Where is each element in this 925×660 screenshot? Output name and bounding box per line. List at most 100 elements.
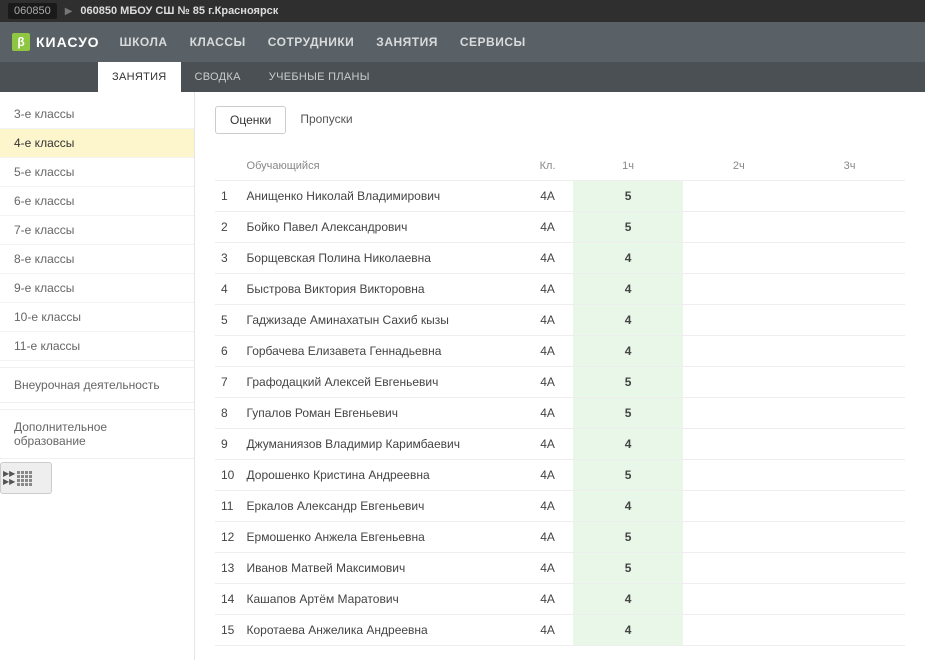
cell-grade-h1[interactable]: 5 <box>573 522 684 553</box>
tab-absences[interactable]: Пропуски <box>286 106 366 134</box>
nav-lessons[interactable]: ЗАНЯТИЯ <box>376 35 438 49</box>
cell-grade-h2[interactable] <box>683 336 794 367</box>
cell-num: 6 <box>215 336 241 367</box>
cell-class: 4А <box>522 305 572 336</box>
cell-grade-h2[interactable] <box>683 460 794 491</box>
cell-grade-h2[interactable] <box>683 367 794 398</box>
cell-grade-h2[interactable] <box>683 305 794 336</box>
cell-grade-h3[interactable] <box>794 336 905 367</box>
cell-class: 4А <box>522 522 572 553</box>
cell-grade-h1[interactable]: 4 <box>573 336 684 367</box>
cell-grade-h3[interactable] <box>794 522 905 553</box>
cell-grade-h2[interactable] <box>683 522 794 553</box>
cell-grade-h1[interactable]: 5 <box>573 181 684 212</box>
cell-name: Гупалов Роман Евгеньевич <box>241 398 523 429</box>
sidebar-item-5[interactable]: 5-е классы <box>0 158 194 187</box>
table-row[interactable]: 8Гупалов Роман Евгеньевич4А5 <box>215 398 905 429</box>
cell-grade-h3[interactable] <box>794 460 905 491</box>
cell-grade-h2[interactable] <box>683 181 794 212</box>
cell-grade-h1[interactable]: 4 <box>573 429 684 460</box>
sidebar-item-4[interactable]: 4-е классы <box>0 129 194 158</box>
cell-grade-h3[interactable] <box>794 491 905 522</box>
table-row[interactable]: 4Быстрова Виктория Викторовна4А4 <box>215 274 905 305</box>
view-tabs: Оценки Пропуски <box>215 106 905 134</box>
cell-grade-h2[interactable] <box>683 212 794 243</box>
cell-grade-h1[interactable]: 4 <box>573 584 684 615</box>
cell-grade-h2[interactable] <box>683 553 794 584</box>
subnav-lessons[interactable]: ЗАНЯТИЯ <box>98 62 181 92</box>
cell-grade-h2[interactable] <box>683 398 794 429</box>
cell-grade-h2[interactable] <box>683 274 794 305</box>
cell-grade-h2[interactable] <box>683 243 794 274</box>
cell-grade-h1[interactable]: 4 <box>573 243 684 274</box>
table-row[interactable]: 6Горбачева Елизавета Геннадьевна4А4 <box>215 336 905 367</box>
logo[interactable]: β КИАСУО <box>12 33 100 51</box>
cell-grade-h1[interactable]: 4 <box>573 615 684 646</box>
cell-name: Борщевская Полина Николаевна <box>241 243 523 274</box>
table-row[interactable]: 10Дорошенко Кристина Андреевна4А5 <box>215 460 905 491</box>
cell-grade-h3[interactable] <box>794 615 905 646</box>
cell-grade-h3[interactable] <box>794 181 905 212</box>
table-row[interactable]: 9Джуманиязов Владимир Каримбаевич4А4 <box>215 429 905 460</box>
table-row[interactable]: 11Еркалов Александр Евгеньевич4А4 <box>215 491 905 522</box>
cell-num: 14 <box>215 584 241 615</box>
cell-grade-h1[interactable]: 5 <box>573 553 684 584</box>
keypad-widget[interactable]: ▶▶▶▶ <box>0 462 52 494</box>
table-row[interactable]: 14Кашапов Артём Маратович4А4 <box>215 584 905 615</box>
cell-grade-h3[interactable] <box>794 429 905 460</box>
cell-grade-h3[interactable] <box>794 398 905 429</box>
chevron-right-icon: ▶ <box>65 6 73 17</box>
table-row[interactable]: 2Бойко Павел Александрович4А5 <box>215 212 905 243</box>
cell-grade-h2[interactable] <box>683 429 794 460</box>
subnav-curriculum[interactable]: УЧЕБНЫЕ ПЛАНЫ <box>255 62 384 92</box>
sidebar-item-7[interactable]: 7-е классы <box>0 216 194 245</box>
cell-grade-h3[interactable] <box>794 367 905 398</box>
subnav-summary[interactable]: СВОДКА <box>181 62 255 92</box>
sidebar-extracurricular[interactable]: Внеурочная деятельность <box>0 367 194 403</box>
cell-grade-h1[interactable]: 4 <box>573 305 684 336</box>
nav-staff[interactable]: СОТРУДНИКИ <box>268 35 355 49</box>
cell-grade-h1[interactable]: 4 <box>573 491 684 522</box>
main-panel: Оценки Пропуски Обучающийся Кл. 1ч 2ч 3ч… <box>195 92 925 660</box>
table-row[interactable]: 15Коротаева Анжелика Андреевна4А4 <box>215 615 905 646</box>
cell-grade-h3[interactable] <box>794 243 905 274</box>
cell-grade-h3[interactable] <box>794 212 905 243</box>
sidebar-item-6[interactable]: 6-е классы <box>0 187 194 216</box>
tab-grades[interactable]: Оценки <box>215 106 286 134</box>
cell-grade-h1[interactable]: 5 <box>573 367 684 398</box>
cell-grade-h2[interactable] <box>683 615 794 646</box>
sidebar-item-10[interactable]: 10-е классы <box>0 303 194 332</box>
cell-grade-h1[interactable]: 5 <box>573 398 684 429</box>
table-row[interactable]: 5Гаджизаде Аминахатын Сахиб кызы4А4 <box>215 305 905 336</box>
nav-classes[interactable]: КЛАССЫ <box>190 35 246 49</box>
sidebar-item-11[interactable]: 11-е классы <box>0 332 194 361</box>
sidebar-item-8[interactable]: 8-е классы <box>0 245 194 274</box>
table-row[interactable]: 12Ермошенко Анжела Евгеньевна4А5 <box>215 522 905 553</box>
th-h2: 2ч <box>683 152 794 181</box>
cell-grade-h2[interactable] <box>683 491 794 522</box>
cell-grade-h3[interactable] <box>794 584 905 615</box>
nav-services[interactable]: СЕРВИСЫ <box>460 35 526 49</box>
cell-grade-h2[interactable] <box>683 584 794 615</box>
table-row[interactable]: 7Графодацкий Алексей Евгеньевич4А5 <box>215 367 905 398</box>
table-row[interactable]: 3Борщевская Полина Николаевна4А4 <box>215 243 905 274</box>
cell-num: 1 <box>215 181 241 212</box>
th-h1: 1ч <box>573 152 684 181</box>
cell-grade-h1[interactable]: 5 <box>573 460 684 491</box>
cell-grade-h1[interactable]: 5 <box>573 212 684 243</box>
cell-grade-h3[interactable] <box>794 274 905 305</box>
sidebar-item-3[interactable]: 3-е классы <box>0 100 194 129</box>
cell-grade-h3[interactable] <box>794 305 905 336</box>
sidebar-additional-education[interactable]: Дополнительное образование <box>0 409 194 459</box>
grade-table: Обучающийся Кл. 1ч 2ч 3ч 1Анищенко Никол… <box>215 152 905 646</box>
breadcrumb: 060850 ▶ 060850 МБОУ СШ № 85 г.Красноярс… <box>0 0 925 22</box>
cell-grade-h1[interactable]: 4 <box>573 274 684 305</box>
nav-school[interactable]: ШКОЛА <box>120 35 168 49</box>
cell-class: 4А <box>522 460 572 491</box>
sidebar-item-9[interactable]: 9-е классы <box>0 274 194 303</box>
cell-class: 4А <box>522 398 572 429</box>
table-row[interactable]: 13Иванов Матвей Максимович4А5 <box>215 553 905 584</box>
cell-grade-h3[interactable] <box>794 553 905 584</box>
cell-class: 4А <box>522 429 572 460</box>
table-row[interactable]: 1Анищенко Николай Владимирович4А5 <box>215 181 905 212</box>
